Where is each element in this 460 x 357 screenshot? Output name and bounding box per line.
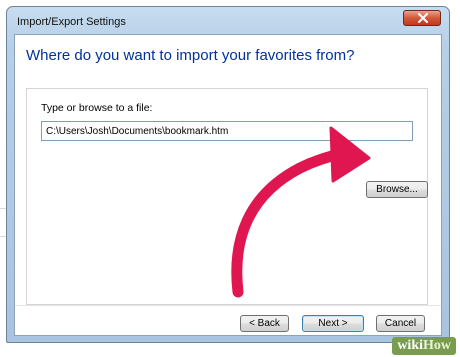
watermark-part-1: wiki xyxy=(397,338,423,353)
close-icon xyxy=(418,13,428,23)
browse-button[interactable]: Browse... xyxy=(366,181,428,198)
import-export-window: Import/Export Settings Where do you want… xyxy=(6,6,450,343)
file-group-box: Type or browse to a file: Browse... xyxy=(26,88,428,305)
wikihow-watermark: wikiHow xyxy=(392,337,456,355)
file-field-label: Type or browse to a file: xyxy=(41,102,153,114)
window-title: Import/Export Settings xyxy=(17,16,126,28)
next-button[interactable]: Next > xyxy=(302,315,364,332)
cancel-button[interactable]: Cancel xyxy=(376,315,425,332)
watermark-part-2: How xyxy=(423,338,451,353)
file-path-input[interactable] xyxy=(41,121,413,141)
back-button[interactable]: < Back xyxy=(240,315,289,332)
dialog-body: Where do you want to import your favorit… xyxy=(14,34,442,336)
close-button[interactable] xyxy=(403,10,441,26)
footer-divider xyxy=(15,305,441,306)
page-heading: Where do you want to import your favorit… xyxy=(26,47,355,64)
